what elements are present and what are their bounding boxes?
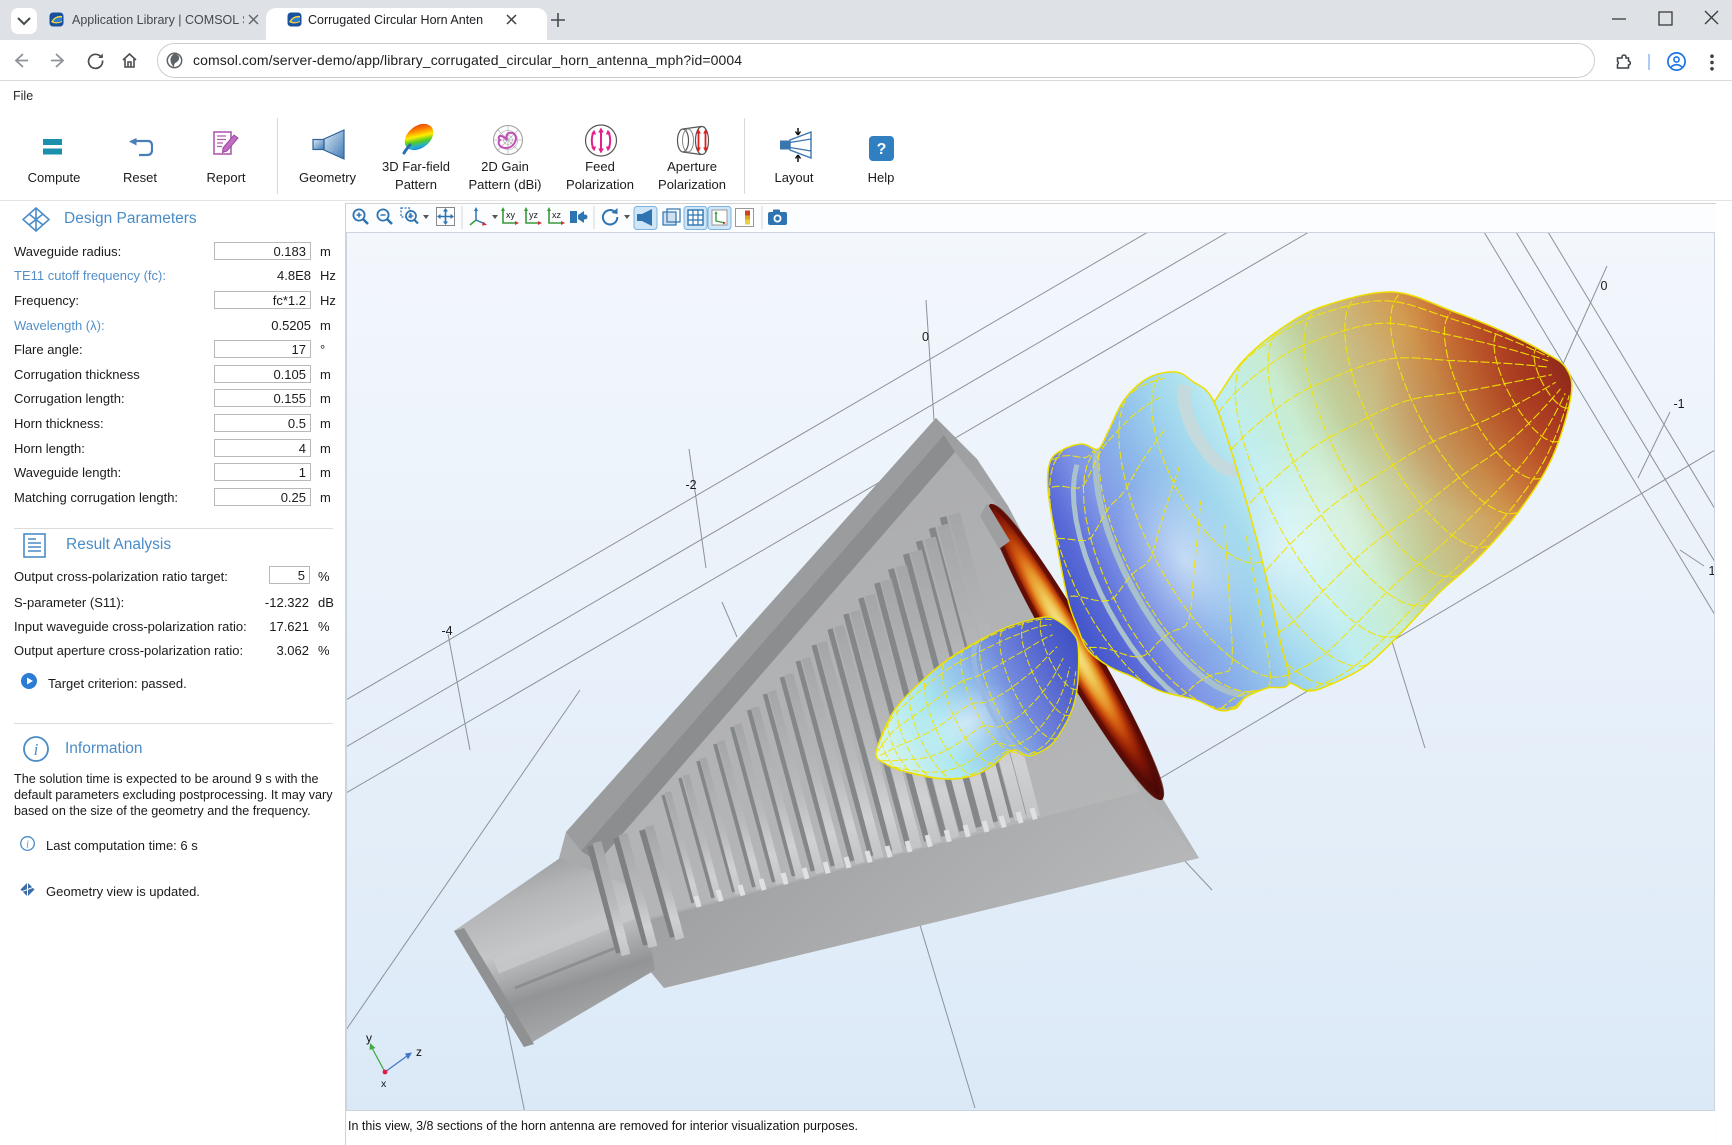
svg-text:xy: xy — [506, 210, 516, 220]
svg-text:0: 0 — [1601, 279, 1608, 293]
svg-text:?: ? — [877, 141, 887, 158]
svg-text:0: 0 — [922, 330, 929, 344]
svg-text:x: x — [381, 1078, 387, 1090]
svg-text:i: i — [34, 740, 39, 759]
svg-text:yz: yz — [529, 210, 539, 220]
svg-text:z: z — [416, 1045, 422, 1059]
svg-text:-2: -2 — [685, 478, 696, 492]
svg-text:y: y — [366, 1031, 372, 1045]
svg-text:i: i — [26, 840, 29, 851]
svg-text:xz: xz — [552, 210, 562, 220]
svg-text:-4: -4 — [441, 624, 452, 638]
svg-text:-1: -1 — [1673, 397, 1684, 411]
